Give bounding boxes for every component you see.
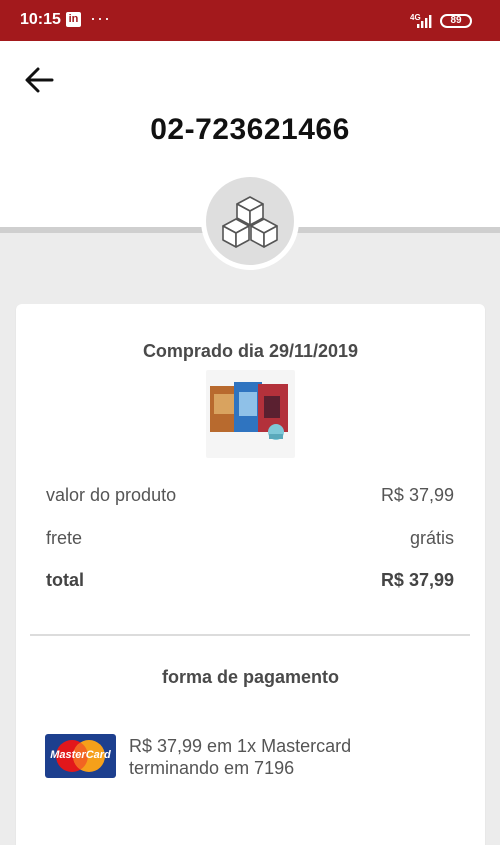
boxes-icon	[222, 196, 278, 248]
section-divider	[30, 634, 470, 636]
payment-line-2: terminando em 7196	[129, 758, 295, 778]
payment-line-1: R$ 37,99 em 1x Mastercard	[129, 736, 352, 756]
linkedin-icon: in	[66, 12, 81, 27]
signal-icon	[417, 15, 432, 28]
order-number: 02-723621466	[150, 113, 350, 146]
status-time: 10:15	[20, 11, 61, 28]
row-label: frete	[46, 528, 83, 548]
purchase-date: Comprado dia 29/11/2019	[142, 341, 359, 361]
row-label: total	[46, 570, 84, 590]
order-badge	[201, 172, 299, 270]
payment-title: forma de pagamento	[161, 667, 340, 687]
mastercard-logo: MasterCard	[45, 734, 116, 778]
row-label: valor do produto	[46, 485, 177, 505]
row-value: R$ 37,99	[380, 485, 454, 505]
total-row: total R$ 37,99	[46, 570, 454, 594]
row-value: R$ 37,99	[380, 570, 454, 590]
product-value-row: valor do produto R$ 37,99	[46, 485, 454, 509]
book-box-set-thumbnail	[210, 382, 288, 440]
arrow-left-icon[interactable]	[22, 64, 56, 96]
card-brand-text: MasterCard	[50, 749, 111, 761]
notification-more: ···	[90, 8, 111, 28]
status-bar: 10:15 in ··· 4G 89	[0, 0, 500, 41]
shipping-row: frete grátis	[46, 528, 454, 552]
product-image[interactable]	[206, 370, 295, 458]
row-value: grátis	[409, 528, 454, 548]
battery-indicator: 89	[440, 14, 472, 28]
order-card: Comprado dia 29/11/2019 valor do produto…	[16, 304, 485, 845]
payment-description: R$ 37,99 em 1x Mastercard terminando em …	[129, 735, 429, 779]
